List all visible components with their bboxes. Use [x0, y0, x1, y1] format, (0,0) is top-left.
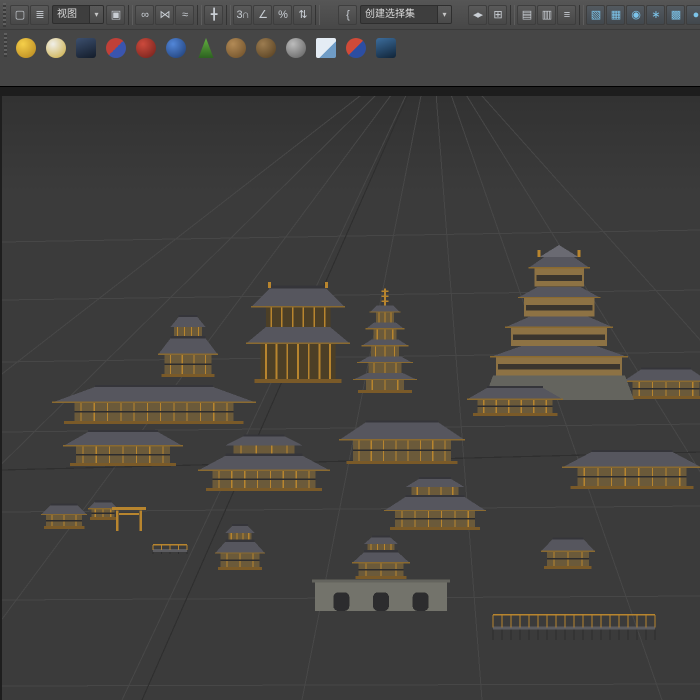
- material-ball-icon-glyph: [346, 38, 366, 58]
- fossil-icon-glyph: [256, 38, 276, 58]
- flower-icon[interactable]: [43, 35, 69, 61]
- perspective-viewport[interactable]: [0, 96, 700, 700]
- select-by-name-icon[interactable]: ≣: [30, 4, 49, 25]
- flower-icon-glyph: [46, 38, 66, 58]
- stone-sphere-icon[interactable]: [283, 35, 309, 61]
- rendered-frame-window-icon[interactable]: ▩: [666, 4, 685, 25]
- model-five-story-pagoda[interactable]: [353, 288, 417, 393]
- bind-to-space-warp-icon[interactable]: ≈: [175, 4, 194, 25]
- model-long-corridor-hall[interactable]: [52, 385, 256, 424]
- particle-array-icon[interactable]: [73, 35, 99, 61]
- main-toolbar: ▢ ≣ 视图 ▾ ▣ ∞ ⋈ ≈ ╋ 3∩ ∠% ⇅{创建选择集 ▾ ◂▸ ⊞ ▤ ▥ ≡ ▧ ▦ ◉ ∗ ▩ ●: [0, 0, 700, 30]
- percent-snap-toggle-icon[interactable]: %: [273, 4, 292, 25]
- metaball-icon[interactable]: [103, 35, 129, 61]
- molecule-icon[interactable]: [133, 35, 159, 61]
- toggle-scene-explorer-icon[interactable]: ▤: [517, 4, 536, 25]
- ribbon-strip[interactable]: [0, 86, 700, 96]
- angle-snap-toggle-icon[interactable]: ∠: [253, 4, 272, 25]
- align-icon[interactable]: ⊞: [488, 4, 507, 25]
- render-setup-icon[interactable]: ∗: [646, 4, 665, 25]
- model-long-bridge[interactable]: [492, 614, 656, 640]
- model-great-gate[interactable]: [246, 282, 350, 383]
- chevron-down-icon[interactable]: ▾: [437, 6, 451, 23]
- select-and-move-icon[interactable]: ╋: [204, 4, 223, 25]
- toolbar-gap: [322, 14, 338, 15]
- use-pivot-center-icon[interactable]: ▣: [106, 4, 125, 25]
- schematic-view-icon[interactable]: ▦: [606, 4, 625, 25]
- model-low-wall[interactable]: [152, 544, 188, 554]
- graphite-ribbon-icon[interactable]: ≡: [557, 4, 576, 25]
- copy-pages-icon[interactable]: [313, 35, 339, 61]
- toolbar-separator: [579, 4, 584, 25]
- named-selection-sets-dropdown-value: 创建选择集: [365, 9, 415, 20]
- reference-coordinate-system-dropdown-value: 视图: [57, 9, 77, 20]
- model-shrine-small-a[interactable]: [41, 503, 87, 529]
- reference-coordinate-system-dropdown[interactable]: 视图 ▾: [52, 5, 104, 24]
- metaball-icon-glyph: [106, 38, 126, 58]
- model-small-house-right[interactable]: [541, 537, 595, 569]
- material-editor-icon[interactable]: ◉: [626, 4, 645, 25]
- model-two-story-hall-left[interactable]: [158, 315, 218, 377]
- model-hall-right-edge[interactable]: [623, 367, 700, 399]
- plugins-toolbar: [0, 30, 700, 86]
- model-drum-tower-gate[interactable]: [312, 535, 450, 611]
- snap-toggle-3d-icon[interactable]: 3∩: [233, 4, 252, 25]
- curve-editor-icon[interactable]: ▧: [586, 4, 605, 25]
- terrain-rock-icon[interactable]: [223, 35, 249, 61]
- material-ball-icon[interactable]: [343, 35, 369, 61]
- toolbar-separator: [128, 4, 133, 25]
- molecule-icon-glyph: [136, 38, 156, 58]
- model-castle-tower[interactable]: [484, 245, 634, 400]
- fossil-icon[interactable]: [253, 35, 279, 61]
- select-and-link-icon[interactable]: ∞: [135, 4, 154, 25]
- layer-manager-icon[interactable]: ▥: [537, 4, 556, 25]
- toolbar-grip[interactable]: [3, 2, 6, 27]
- grass-icon-glyph: [198, 38, 214, 58]
- toolbar-separator: [510, 4, 515, 25]
- rectangular-selection-region-icon[interactable]: ▢: [10, 4, 29, 25]
- model-lecture-hall[interactable]: [198, 434, 330, 492]
- render-production-icon[interactable]: ●: [686, 4, 700, 25]
- atom-icon-glyph: [166, 38, 186, 58]
- toolbar-grip[interactable]: [4, 33, 7, 57]
- mirror-icon[interactable]: ◂▸: [468, 4, 487, 25]
- toolbar-separator: [197, 4, 202, 25]
- toolbar-gap: [454, 14, 468, 15]
- terrain-rock-icon-glyph: [226, 38, 246, 58]
- stats-monitor-icon[interactable]: [373, 35, 399, 61]
- 3dsmax-window: ▢ ≣ 视图 ▾ ▣ ∞ ⋈ ≈ ╋ 3∩ ∠% ⇅{创建选择集 ▾ ◂▸ ⊞ ▤ ▥ ≡ ▧ ▦ ◉ ∗ ▩ ●: [0, 0, 700, 700]
- unlink-selection-icon[interactable]: ⋈: [155, 4, 174, 25]
- daylight-sun-icon[interactable]: [13, 35, 39, 61]
- copy-pages-icon-glyph: [316, 38, 336, 58]
- stone-sphere-icon-glyph: [286, 38, 306, 58]
- toolbar-separator: [315, 4, 320, 25]
- named-selection-sets-dropdown[interactable]: 创建选择集 ▾: [360, 5, 452, 24]
- edit-named-selection-sets-icon[interactable]: {: [338, 4, 357, 25]
- stats-monitor-icon-glyph: [376, 38, 396, 58]
- toolbar-separator: [226, 4, 231, 25]
- chevron-down-icon[interactable]: ▾: [89, 6, 103, 23]
- viewport-canvas[interactable]: [2, 96, 700, 700]
- spinner-snap-toggle-icon[interactable]: ⇅: [293, 4, 312, 25]
- model-hall-mid-bottom[interactable]: [384, 477, 486, 530]
- model-hall-far-right[interactable]: [562, 450, 700, 489]
- daylight-sun-icon-glyph: [16, 38, 36, 58]
- grass-icon[interactable]: [193, 35, 219, 61]
- atom-icon[interactable]: [163, 35, 189, 61]
- model-shrine-small-b[interactable]: [88, 500, 118, 520]
- model-hall-west[interactable]: [63, 429, 183, 466]
- particle-array-icon-glyph: [76, 38, 96, 58]
- model-small-temple[interactable]: [215, 524, 265, 570]
